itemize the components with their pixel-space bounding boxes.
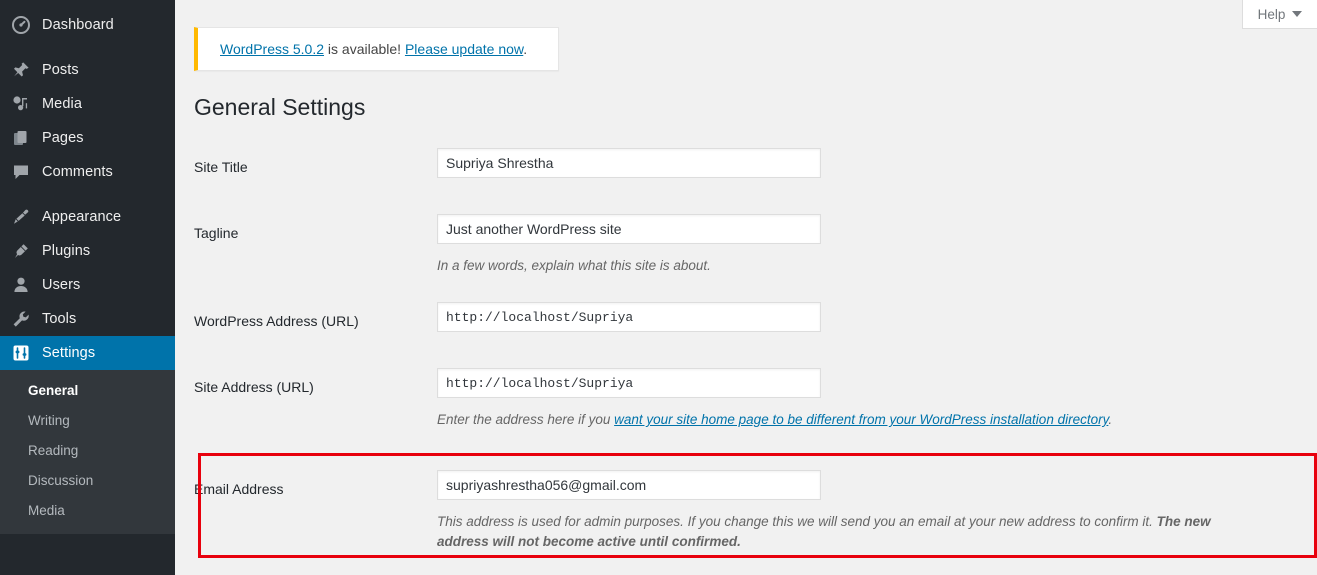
wordpress-address-body <box>437 302 1317 332</box>
user-icon <box>10 274 32 296</box>
settings-sliders-icon <box>10 342 32 364</box>
page-title: General Settings <box>194 94 366 120</box>
submenu-item-writing[interactable]: Writing <box>0 406 175 436</box>
sidebar-item-label: Media <box>42 96 82 112</box>
email-desc-normal: This address is used for admin purposes.… <box>437 514 1157 529</box>
sidebar-item-label: Posts <box>42 62 79 78</box>
sidebar-item-settings[interactable]: Settings <box>0 336 183 370</box>
email-address-label: Email Address <box>194 481 284 497</box>
help-tab-label: Help <box>1257 6 1286 22</box>
email-address-description: This address is used for admin purposes.… <box>437 512 1227 552</box>
site-address-help-link[interactable]: want your site home page to be different… <box>614 412 1108 427</box>
site-title-input[interactable] <box>437 148 821 178</box>
site-address-body: Enter the address here if you want your … <box>437 368 1317 430</box>
field-row-site-title: Site Title <box>194 148 1317 178</box>
submenu-item-discussion[interactable]: Discussion <box>0 466 175 496</box>
notice-trailing-text: . <box>523 41 528 57</box>
sidebar-item-label: Plugins <box>42 243 91 259</box>
update-notice: WordPress 5.0.2 is available! Please upd… <box>194 27 559 71</box>
sidebar-item-appearance[interactable]: Appearance <box>0 200 175 234</box>
tagline-input[interactable] <box>437 214 821 244</box>
plug-icon <box>10 240 32 262</box>
wordpress-version-link[interactable]: WordPress 5.0.2 <box>220 41 324 57</box>
help-tab-button[interactable]: Help <box>1242 0 1317 29</box>
settings-submenu: General Writing Reading Discussion Media <box>0 370 175 534</box>
sidebar-item-label: Comments <box>42 164 113 180</box>
email-address-input[interactable] <box>437 470 821 500</box>
sidebar-item-label: Pages <box>42 130 84 146</box>
notice-text: WordPress 5.0.2 is available! Please upd… <box>220 41 527 57</box>
sidebar-item-label: Users <box>42 277 81 293</box>
pages-stack-icon <box>10 127 32 149</box>
site-title-label: Site Title <box>194 159 248 175</box>
paintbrush-icon <box>10 206 32 228</box>
media-note-icon <box>10 93 32 115</box>
site-address-desc-prefix: Enter the address here if you <box>437 412 615 427</box>
wordpress-admin-screen: Dashboard Posts Media Pages Comments App… <box>0 0 1317 575</box>
site-address-input[interactable] <box>437 368 821 398</box>
field-row-tagline: Tagline In a few words, explain what thi… <box>194 214 1317 276</box>
sidebar-divider <box>0 42 175 53</box>
sidebar-item-label: Appearance <box>42 209 122 225</box>
sidebar-item-dashboard[interactable]: Dashboard <box>0 8 175 42</box>
site-address-desc-suffix: . <box>1108 412 1113 427</box>
submenu-item-general[interactable]: General <box>0 376 175 406</box>
wordpress-address-input[interactable] <box>437 302 821 332</box>
sidebar-item-comments[interactable]: Comments <box>0 155 175 189</box>
update-now-link[interactable]: Please update now <box>405 41 523 57</box>
sidebar-item-plugins[interactable]: Plugins <box>0 234 175 268</box>
pushpin-icon <box>10 59 32 81</box>
submenu-item-reading[interactable]: Reading <box>0 436 175 466</box>
field-row-wordpress-address: WordPress Address (URL) <box>194 302 1317 332</box>
site-address-description: Enter the address here if you want your … <box>437 410 1227 430</box>
settings-content-area: Help WordPress 5.0.2 is available! Pleas… <box>175 0 1317 575</box>
sidebar-item-label: Dashboard <box>42 17 114 33</box>
sidebar-item-users[interactable]: Users <box>0 268 175 302</box>
sidebar-item-pages[interactable]: Pages <box>0 121 175 155</box>
sidebar-item-tools[interactable]: Tools <box>0 302 175 336</box>
tagline-label: Tagline <box>194 225 239 241</box>
admin-sidebar: Dashboard Posts Media Pages Comments App… <box>0 0 183 575</box>
sidebar-divider <box>0 189 175 200</box>
general-settings-form: Site Title Tagline In a few words, expla… <box>194 148 1317 558</box>
field-row-site-address: Site Address (URL) Enter the address her… <box>194 368 1317 430</box>
tagline-description: In a few words, explain what this site i… <box>437 258 711 273</box>
sidebar-item-media[interactable]: Media <box>0 87 175 121</box>
sidebar-item-posts[interactable]: Posts <box>0 53 175 87</box>
wordpress-address-label: WordPress Address (URL) <box>194 313 359 329</box>
active-arrow-indicator <box>175 345 183 361</box>
sidebar-item-label: Tools <box>42 311 77 327</box>
field-row-email-address: Email Address This address is used for a… <box>194 456 1317 552</box>
submenu-item-media[interactable]: Media <box>0 496 175 526</box>
chevron-down-icon <box>1292 11 1303 17</box>
site-address-label: Site Address (URL) <box>194 379 314 395</box>
tagline-body: In a few words, explain what this site i… <box>437 214 1317 276</box>
email-address-body: This address is used for admin purposes.… <box>437 470 1317 552</box>
site-title-body <box>437 148 1317 178</box>
sidebar-item-label: Settings <box>42 345 96 361</box>
notice-middle-text: is available! <box>324 41 405 57</box>
wrench-icon <box>10 308 32 330</box>
comment-bubble-icon <box>10 161 32 183</box>
dashboard-gauge-icon <box>10 14 32 36</box>
